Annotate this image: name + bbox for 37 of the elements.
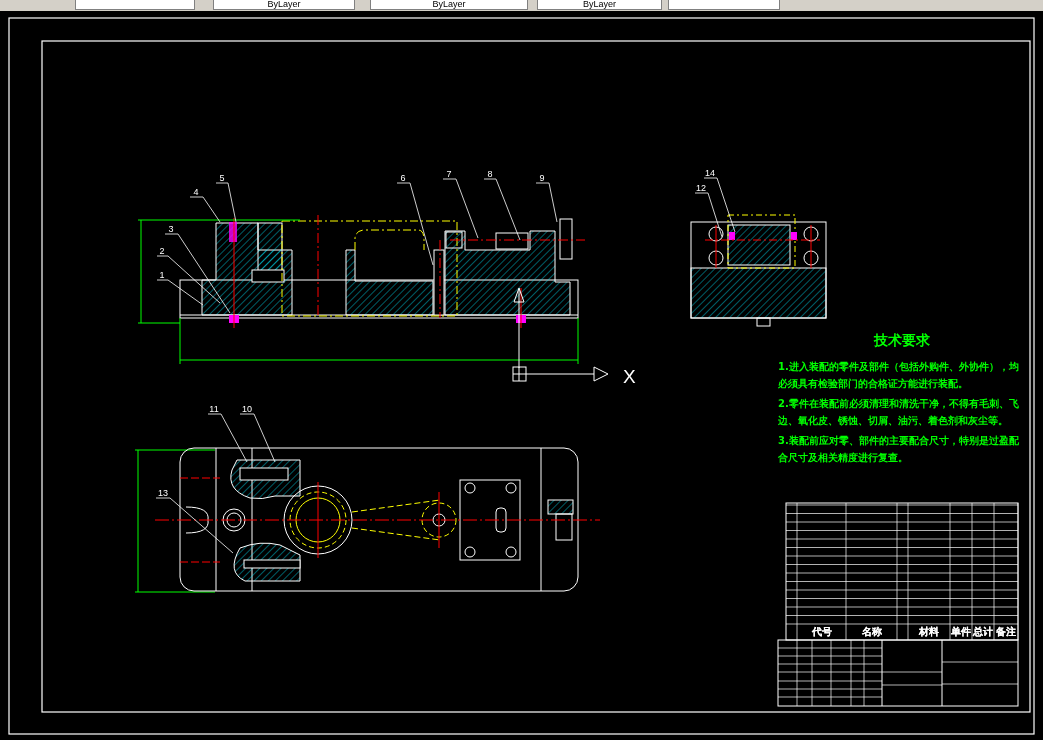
leader-line bbox=[207, 413, 248, 463]
leader-line bbox=[239, 413, 276, 463]
requirement-text: 3.装配前应对零、部件的主要配合尺寸，特别是过盈配合尺寸及相关精度进行复查。 bbox=[778, 434, 1020, 465]
column-header: 代号 bbox=[811, 626, 832, 637]
part-number: 7 bbox=[446, 169, 452, 179]
property-dropdown[interactable]: ByLayer bbox=[370, 0, 528, 10]
part-number: 11 bbox=[209, 404, 219, 414]
part-number: 12 bbox=[696, 183, 706, 193]
leader-line bbox=[535, 182, 558, 223]
part-number: 8 bbox=[487, 169, 493, 179]
property-dropdown[interactable]: ByLayer bbox=[537, 0, 662, 10]
requirement-text: 1.进入装配的零件及部件（包括外购件、外协件），均必须具有检验部门的合格证方能进行装配。 bbox=[778, 360, 1020, 391]
column-header: 总计 bbox=[973, 626, 993, 637]
part-number: 10 bbox=[242, 404, 252, 414]
leader-line bbox=[483, 178, 521, 241]
part-number: 4 bbox=[193, 187, 199, 197]
part-number: 13 bbox=[158, 488, 168, 498]
part-number: 3 bbox=[168, 224, 174, 234]
leader-line bbox=[442, 178, 479, 239]
requirements-title: 技术要求 bbox=[872, 332, 931, 350]
part-number: 6 bbox=[400, 173, 406, 183]
part-number: 14 bbox=[705, 168, 715, 178]
part-number: 5 bbox=[219, 173, 225, 183]
property-dropdown[interactable]: ByLayer bbox=[213, 0, 355, 10]
part-number: 9 bbox=[539, 173, 545, 183]
column-header: 名称 bbox=[861, 626, 882, 637]
column-header: 材料 bbox=[919, 626, 939, 637]
plot-style-dropdown[interactable] bbox=[668, 0, 780, 10]
ucs-icon bbox=[512, 287, 609, 382]
axis-label: X bbox=[623, 366, 636, 387]
part-number: 2 bbox=[159, 246, 165, 256]
leader-line bbox=[694, 192, 723, 238]
column-header: 单件 bbox=[951, 626, 971, 637]
column-header: 备注 bbox=[996, 626, 1016, 637]
color-dropdown[interactable] bbox=[75, 0, 195, 10]
part-number: 1 bbox=[159, 270, 165, 280]
requirement-text: 2.零件在装配前必须清理和清洗干净，不得有毛刺、飞边、氧化皮、锈蚀、切屑、油污、着色剂和灰尘等。 bbox=[778, 397, 1020, 428]
